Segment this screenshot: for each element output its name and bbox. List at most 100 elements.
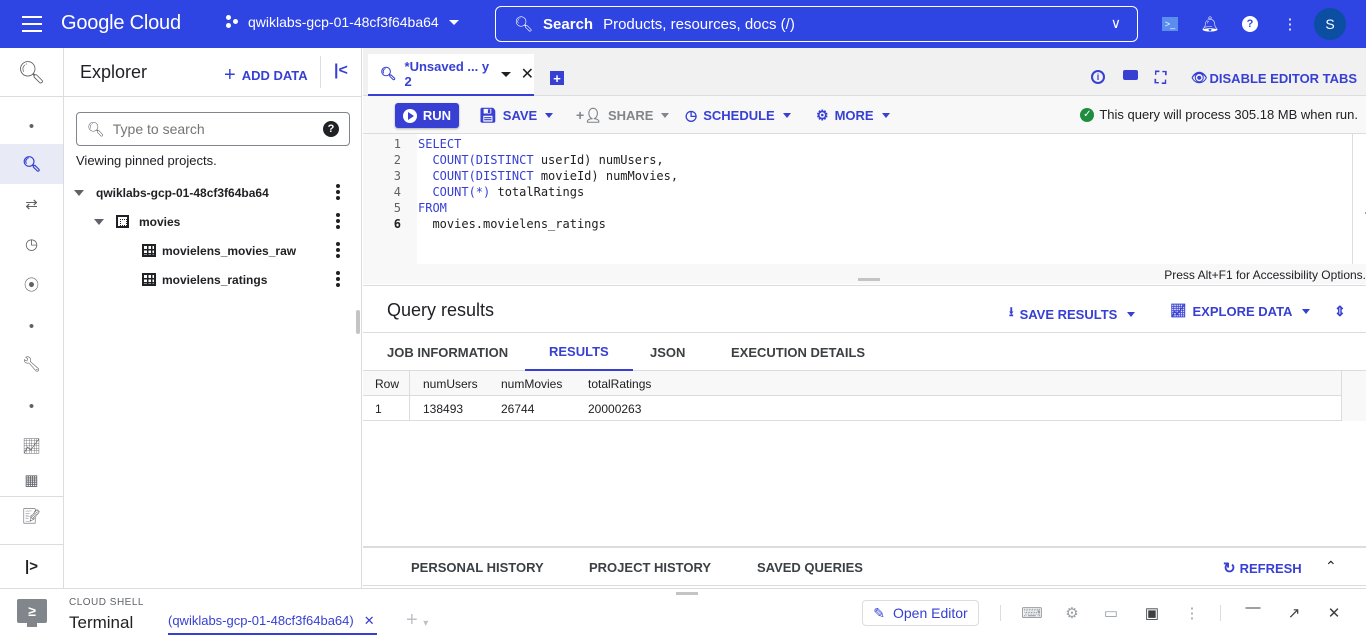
fullscreen-icon[interactable]: ⛶ [1155,70,1166,88]
share-button[interactable]: +👤︎ SHARE [576,107,670,124]
more-vert-icon[interactable]: ⋮ [1182,603,1202,623]
tree-project[interactable]: qwiklabs-gcp-01-48cf3f64ba64 [64,178,354,207]
expand-triangle-icon[interactable] [94,218,104,225]
add-data-button[interactable]: + ADD DATA [224,64,308,87]
disable-editor-tabs-button[interactable]: 👁︎ DISABLE EDITOR TABS [1191,70,1357,86]
tab-unsaved-query[interactable]: 🔍︎ *Unsaved ... y 2 ✕ [368,54,534,96]
help-icon[interactable]: ? [1240,14,1260,34]
panel-resize-handle[interactable] [356,310,360,334]
check-circle-icon: ✓ [1080,107,1095,122]
avatar[interactable]: S [1314,8,1346,40]
explore-data-button[interactable]: 📈︎ EXPLORE DATA [1170,303,1311,319]
sidebar-item-transfers[interactable]: ⇄ [0,184,63,224]
nav-dot-icon[interactable]: • [0,106,63,146]
terminal-tab[interactable]: (qwiklabs-gcp-01-48cf3f64ba64) ✕ [168,613,377,635]
close-icon[interactable]: ✕ [521,64,534,84]
collapse-explorer-icon[interactable]: |< [334,62,348,80]
sql-editor[interactable]: 1 SELECT 2 COUNT(DISTINCT userId) numUser… [363,134,1366,264]
table-row[interactable]: 1 138493 26744 20000263 [363,396,1343,421]
dataset-icon [116,215,129,228]
minimize-icon[interactable]: — [1243,597,1263,617]
gear-icon[interactable]: ⚙︎ [1062,603,1082,623]
more-vert-icon[interactable] [336,271,340,287]
chevron-up-icon[interactable]: ⌃ [1325,558,1337,575]
left-nav: 🔍︎ • 🔍︎ ⇄ ◷ ⦿ • 🔧︎ • 📈︎ ▦ 📝︎ |> [0,48,64,588]
tree-table[interactable]: movielens_movies_raw [64,236,354,265]
tree-table[interactable]: movielens_ratings [64,265,354,294]
info-icon[interactable]: i [1091,70,1105,84]
more-vert-icon[interactable] [336,213,340,229]
save-results-button[interactable]: ⭳ SAVE RESULTS [1009,303,1136,325]
nav-dot-icon[interactable]: • [0,306,63,346]
new-tab-button[interactable]: + [550,71,564,86]
explorer-search[interactable]: 🔍︎ ? [76,112,350,146]
sidebar-item-search[interactable]: 🔍︎ [0,144,63,184]
table-icon [142,273,156,286]
help-icon[interactable]: ? [323,121,339,137]
chevron-down-icon[interactable]: ∨ [1111,15,1121,32]
cloud-shell-icon[interactable]: >_ [1160,14,1180,34]
sidebar-item-analytics-hub[interactable]: ⦿ [0,264,63,304]
editor-resize-handle[interactable] [858,278,880,281]
tab-job-information[interactable]: JOB INFORMATION [363,333,532,371]
chevron-down-icon [1127,311,1136,317]
notifications-bell-icon[interactable]: 🔔︎ [1200,14,1220,34]
sidebar-item-dashboard[interactable]: ▦ [0,466,63,494]
save-button[interactable]: 💾︎ SAVE [479,107,554,124]
chevron-down-icon [1302,308,1311,314]
nav-dot-icon[interactable]: • [0,386,63,426]
tree-dataset[interactable]: movies [64,207,354,236]
save-results-label: SAVE RESULTS [1019,306,1118,322]
terminal-layout-icon[interactable]: ▣ [1142,603,1162,623]
chart-icon: 📈︎ [21,438,42,455]
shell-resize-handle[interactable] [676,592,698,595]
open-editor-button[interactable]: ✎ Open Editor [862,600,979,626]
chevron-down-icon [661,113,670,118]
tab-json[interactable]: JSON [626,333,709,371]
sidebar-item-release-notes[interactable]: 📝︎ [0,496,63,536]
more-vert-icon[interactable] [336,242,340,258]
chevron-down-icon[interactable] [500,71,511,77]
expand-triangle-icon[interactable] [74,189,84,196]
expand-nav-icon[interactable]: |> [0,546,63,586]
tab-saved-queries[interactable]: SAVED QUERIES [757,560,863,575]
search-bar[interactable]: 🔍︎ Search Products, resources, docs (/) … [495,6,1138,42]
add-data-label: ADD DATA [241,68,308,83]
bigquery-logo-icon[interactable]: 🔍︎ [0,52,63,94]
sidebar-item-monitoring[interactable]: 📈︎ [0,426,63,466]
web-preview-icon[interactable]: ▭ [1101,603,1121,623]
terminal-title: Terminal [69,613,134,632]
tab-execution-details[interactable]: EXECUTION DETAILS [707,333,889,371]
line-number: 2 [393,153,401,167]
terminal-icon: ≥ [17,599,47,627]
run-button[interactable]: RUN [395,103,459,128]
sidebar-item-tools[interactable]: 🔧︎ [0,344,63,384]
refresh-button[interactable]: ↻ REFRESH [1223,559,1302,577]
more-button[interactable]: ⚙︎ MORE [816,107,890,124]
top-bar: Google Cloud qwiklabs-gcp-01-48cf3f64ba6… [0,0,1366,48]
more-vert-icon[interactable] [336,184,340,200]
cloud-shell-label: CLOUD SHELL [69,597,144,608]
visibility-off-icon: 👁︎ [1191,70,1208,85]
expand-collapse-icon[interactable]: ⇕ [1334,303,1346,320]
tab-results[interactable]: RESULTS [525,333,633,371]
more-vert-icon[interactable]: ⋮ [1280,14,1300,34]
main-menu-icon[interactable] [22,16,42,32]
schedule-button[interactable]: ◷ SCHEDULE [685,107,791,124]
history-panel: PERSONAL HISTORY PROJECT HISTORY SAVED Q… [363,546,1366,586]
keyboard-icon[interactable]: ⌨︎ [1021,603,1043,623]
table-scrollbar[interactable] [1342,371,1366,421]
tab-project-history[interactable]: PROJECT HISTORY [589,560,711,575]
add-terminal-icon[interactable]: + ▾ [406,609,428,632]
project-selector[interactable]: qwiklabs-gcp-01-48cf3f64ba64 [226,14,459,30]
close-icon[interactable]: ✕ [1324,603,1344,623]
explorer-search-input[interactable] [112,121,313,137]
open-in-new-window-icon[interactable]: ↗ [1284,603,1304,623]
google-cloud-logo[interactable]: Google Cloud [61,12,181,35]
column-header: totalRatings [588,377,652,391]
code-text: userId) numUsers, [533,153,664,167]
close-icon[interactable]: ✕ [364,613,375,628]
tab-personal-history[interactable]: PERSONAL HISTORY [411,560,544,575]
keyboard-icon[interactable] [1123,70,1138,80]
sidebar-item-scheduled[interactable]: ◷ [0,224,63,264]
